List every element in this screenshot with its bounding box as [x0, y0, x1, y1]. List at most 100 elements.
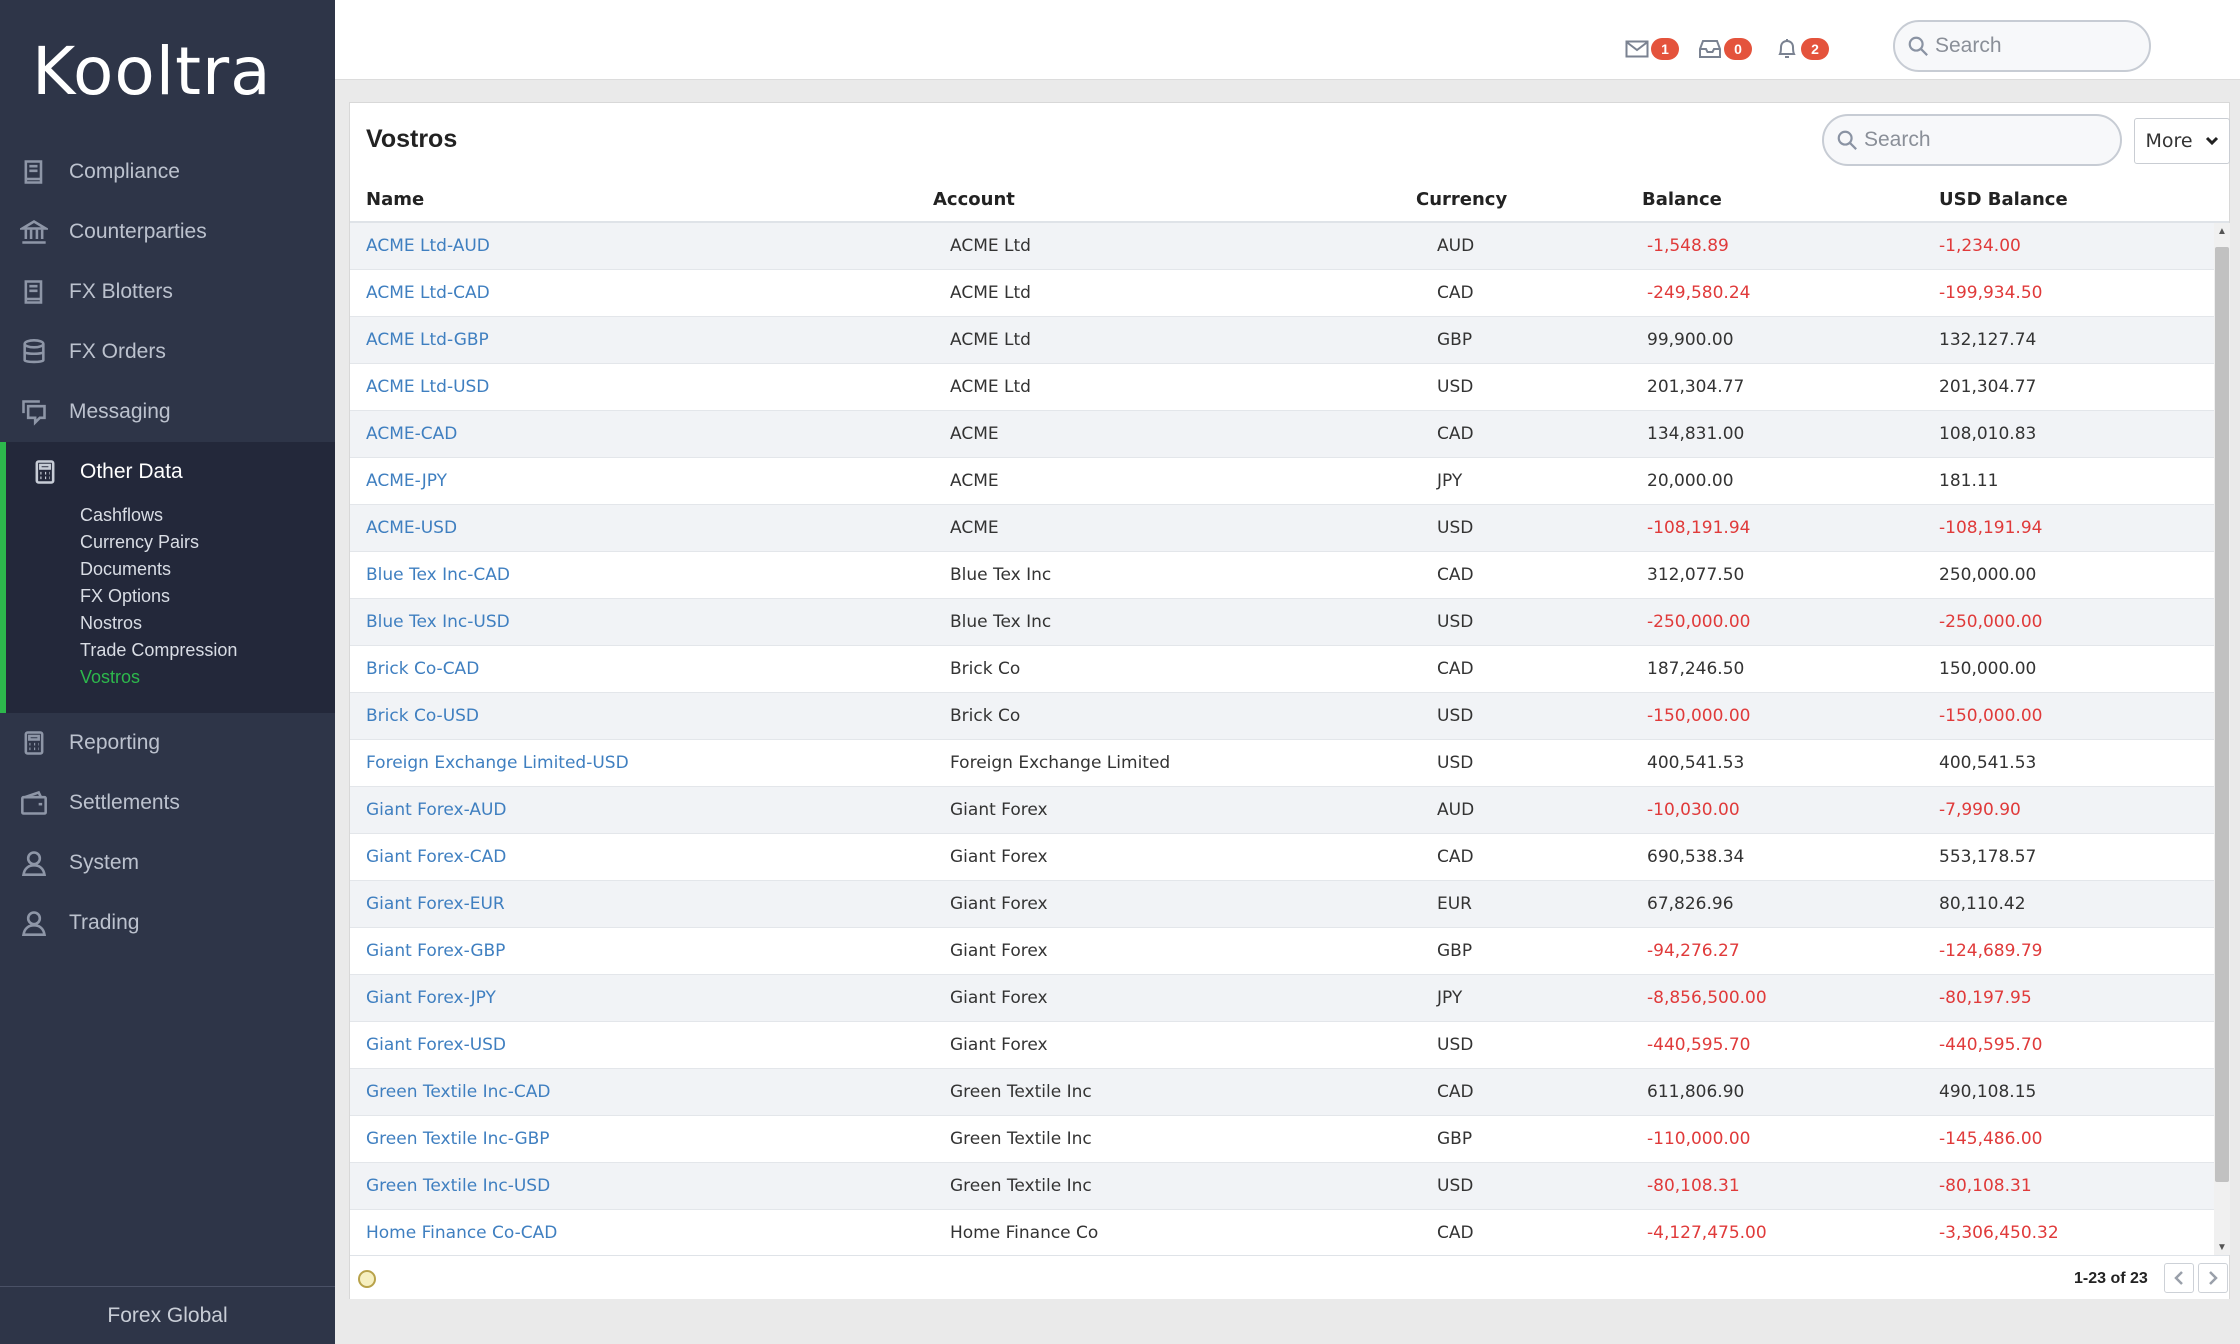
column-header-currency[interactable]: Currency [1416, 189, 1507, 210]
sidebar: Kooltra Compliance Counterparties FX Blott… [0, 0, 335, 1344]
table-row[interactable]: Giant Forex-AUD Giant Forex AUD -10,030.00 -… [350, 787, 2214, 834]
global-search[interactable] [1893, 20, 2151, 72]
sidebar-subitem-nostros[interactable]: Nostros [80, 610, 335, 637]
sidebar-item-system[interactable]: System [0, 833, 335, 893]
row-name-link[interactable]: Blue Tex Inc-CAD [366, 552, 510, 598]
row-name-link[interactable]: Giant Forex-CAD [366, 834, 506, 880]
row-name-link[interactable]: Giant Forex-AUD [366, 787, 507, 833]
table-row[interactable]: ACME Ltd-CAD ACME Ltd CAD -249,580.24 -199,9… [350, 270, 2214, 317]
sidebar-item-label: FX Orders [69, 340, 166, 363]
cell-currency: CAD [1437, 424, 1474, 444]
table-row[interactable]: ACME Ltd-USD ACME Ltd USD 201,304.77 201,304… [350, 364, 2214, 411]
table-row[interactable]: Giant Forex-USD Giant Forex USD -440,595.70… [350, 1022, 2214, 1069]
sidebar-item-fx-blotters[interactable]: FX Blotters [0, 262, 335, 322]
sidebar-subitem-currency-pairs[interactable]: Currency Pairs [80, 529, 335, 556]
sidebar-subitem-fx-options[interactable]: FX Options [80, 583, 335, 610]
cell-currency: USD [1437, 706, 1474, 726]
more-dropdown-button[interactable]: More [2134, 118, 2230, 164]
sidebar-item-label: FX Blotters [69, 280, 173, 303]
row-name-link[interactable]: Foreign Exchange Limited-USD [366, 740, 629, 786]
scrollbar-thumb[interactable] [2215, 247, 2229, 1182]
row-name-link[interactable]: ACME-JPY [366, 458, 447, 504]
sidebar-item-reporting[interactable]: Reporting [0, 713, 335, 773]
cell-balance: -1,548.89 [1647, 236, 1729, 256]
cell-usd-balance: -145,486.00 [1939, 1129, 2043, 1149]
scroll-up-arrow-icon[interactable]: ▲ [2214, 223, 2230, 239]
table-row[interactable]: Green Textile Inc-GBP Green Textile Inc GB… [350, 1116, 2214, 1163]
app-logo[interactable]: Kooltra [32, 33, 272, 110]
cell-account: Giant Forex [950, 1035, 1048, 1055]
table-row[interactable]: ACME-JPY ACME JPY 20,000.00 181.11 [350, 458, 2214, 505]
column-header-name[interactable]: Name [366, 189, 424, 210]
cell-currency: GBP [1437, 1129, 1473, 1149]
table-row[interactable]: Brick Co-CAD Brick Co CAD 187,246.50 150,000… [350, 646, 2214, 693]
cell-balance: 99,900.00 [1647, 330, 1734, 350]
table-row[interactable]: Brick Co-USD Brick Co USD -150,000.00 -150,0… [350, 693, 2214, 740]
sidebar-item-label: Reporting [69, 731, 161, 754]
cell-currency: CAD [1437, 565, 1474, 585]
row-name-link[interactable]: Blue Tex Inc-USD [366, 599, 510, 645]
row-name-link[interactable]: Home Finance Co-CAD [366, 1210, 557, 1255]
global-search-input[interactable] [1935, 34, 2135, 58]
row-name-link[interactable]: ACME-CAD [366, 411, 457, 457]
row-name-link[interactable]: Green Textile Inc-CAD [366, 1069, 550, 1115]
table-row[interactable]: ACME Ltd-GBP ACME Ltd GBP 99,900.00 132,127.… [350, 317, 2214, 364]
cell-balance: 201,304.77 [1647, 377, 1745, 397]
row-name-link[interactable]: Green Textile Inc-USD [366, 1163, 550, 1209]
alert-notifications[interactable]: 2 [1775, 38, 1829, 60]
row-name-link[interactable]: ACME Ltd-GBP [366, 317, 489, 363]
inbox-count-badge: 0 [1724, 38, 1752, 60]
sidebar-subitem-cashflows[interactable]: Cashflows [80, 502, 335, 529]
row-name-link[interactable]: ACME Ltd-AUD [366, 223, 490, 269]
inbox-notifications[interactable]: 0 [1698, 38, 1752, 60]
sidebar-item-messaging[interactable]: Messaging [0, 382, 335, 442]
table-row[interactable]: Blue Tex Inc-CAD Blue Tex Inc CAD 312,077.5… [350, 552, 2214, 599]
scroll-down-arrow-icon[interactable]: ▼ [2214, 1239, 2230, 1255]
sidebar-subitem-trade-compression[interactable]: Trade Compression [80, 637, 335, 664]
sidebar-item-fx-orders[interactable]: FX Orders [0, 322, 335, 382]
row-name-link[interactable]: ACME Ltd-CAD [366, 270, 490, 316]
row-name-link[interactable]: Giant Forex-USD [366, 1022, 506, 1068]
user-icon [19, 848, 49, 878]
cell-balance: -110,000.00 [1647, 1129, 1751, 1149]
row-name-link[interactable]: Brick Co-CAD [366, 646, 479, 692]
cell-currency: USD [1437, 612, 1474, 632]
sidebar-item-counterparties[interactable]: Counterparties [0, 202, 335, 262]
table-scrollbar[interactable]: ▲ ▼ [2214, 223, 2230, 1255]
table-row[interactable]: Giant Forex-CAD Giant Forex CAD 690,538.34 5… [350, 834, 2214, 881]
sidebar-item-trading[interactable]: Trading [0, 893, 335, 953]
bank-icon [19, 217, 49, 247]
table-row[interactable]: ACME Ltd-AUD ACME Ltd AUD -1,548.89 -1,234.0… [350, 223, 2214, 270]
row-name-link[interactable]: ACME Ltd-USD [366, 364, 489, 410]
next-page-button[interactable] [2198, 1263, 2228, 1293]
table-row[interactable]: Giant Forex-JPY Giant Forex JPY -8,856,500.… [350, 975, 2214, 1022]
table-row[interactable]: Green Textile Inc-USD Green Textile Inc US… [350, 1163, 2214, 1210]
table-row[interactable]: ACME-CAD ACME CAD 134,831.00 108,010.83 [350, 411, 2214, 458]
table-row[interactable]: Green Textile Inc-CAD Green Textile Inc CA… [350, 1069, 2214, 1116]
row-name-link[interactable]: Giant Forex-EUR [366, 881, 505, 927]
sidebar-item-compliance[interactable]: Compliance [0, 142, 335, 202]
prev-page-button[interactable] [2164, 1263, 2194, 1293]
sidebar-subitem-vostros[interactable]: Vostros [80, 664, 335, 691]
table-row[interactable]: ACME-USD ACME USD -108,191.94 -108,191.94 [350, 505, 2214, 552]
sidebar-item-other-data[interactable]: Other Data [6, 442, 335, 502]
table-search[interactable] [1822, 114, 2122, 166]
table-row[interactable]: Home Finance Co-CAD Home Finance Co CAD -4,… [350, 1210, 2214, 1255]
row-name-link[interactable]: ACME-USD [366, 505, 457, 551]
column-header-usd-balance[interactable]: USD Balance [1939, 189, 2068, 210]
sidebar-subitem-documents[interactable]: Documents [80, 556, 335, 583]
column-header-balance[interactable]: Balance [1642, 189, 1722, 210]
table-row[interactable]: Giant Forex-GBP Giant Forex GBP -94,276.27 -… [350, 928, 2214, 975]
row-name-link[interactable]: Giant Forex-JPY [366, 975, 496, 1021]
table-row[interactable]: Foreign Exchange Limited-USD Foreign Exch… [350, 740, 2214, 787]
row-name-link[interactable]: Green Textile Inc-GBP [366, 1116, 550, 1162]
table-row[interactable]: Blue Tex Inc-USD Blue Tex Inc USD -250,000.… [350, 599, 2214, 646]
sidebar-item-settlements[interactable]: Settlements [0, 773, 335, 833]
row-name-link[interactable]: Brick Co-USD [366, 693, 479, 739]
cell-currency: USD [1437, 1035, 1474, 1055]
table-row[interactable]: Giant Forex-EUR Giant Forex EUR 67,826.96 80… [350, 881, 2214, 928]
table-search-input[interactable] [1864, 128, 2104, 152]
mail-notifications[interactable]: 1 [1625, 38, 1679, 60]
row-name-link[interactable]: Giant Forex-GBP [366, 928, 505, 974]
column-header-account[interactable]: Account [933, 189, 1015, 210]
